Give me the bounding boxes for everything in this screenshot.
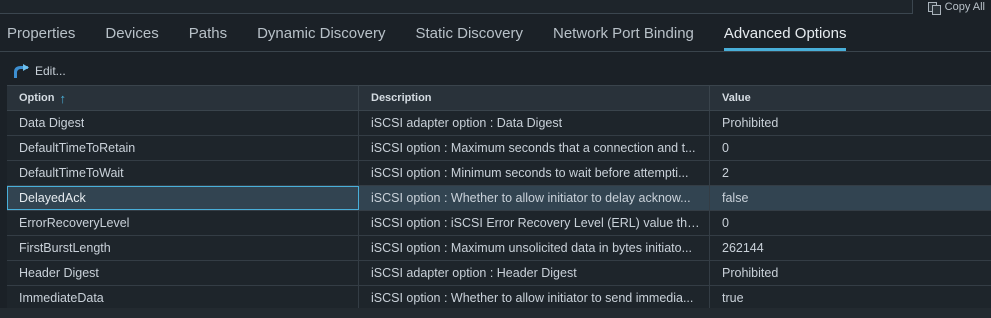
value-cell: 0 [722,216,729,230]
table-row[interactable]: FirstBurstLength iSCSI option : Maximum … [7,236,991,261]
description-cell: iSCSI adapter option : Data Digest [359,111,710,135]
value-cell: 2 [722,166,729,180]
copy-all-label: Copy All [944,1,985,13]
description-cell: iSCSI adapter option : Header Digest [359,261,710,285]
copy-icon [927,1,941,15]
option-cell: DefaultTimeToRetain [7,136,359,160]
table-header: Option ↑ Description Value [7,86,991,111]
column-header-description[interactable]: Description [359,86,710,110]
bottom-strip [0,308,991,318]
description-cell: iSCSI option : Maximum seconds that a co… [359,136,710,160]
value-cell: Prohibited [722,266,779,280]
description-cell: iSCSI option : Whether to allow initiato… [359,186,710,210]
option-cell: ImmediateData [7,286,359,310]
option-cell: DelayedAck [7,186,359,210]
edit-icon [12,63,30,79]
option-cell: FirstBurstLength [7,236,359,260]
table-row[interactable]: Data Digest iSCSI adapter option : Data … [7,111,991,136]
table-row[interactable]: DefaultTimeToWait iSCSI option : Minimum… [7,161,991,186]
option-cell: ErrorRecoveryLevel [7,211,359,235]
column-header-value[interactable]: Value [710,86,991,110]
copy-all-button[interactable]: Copy All [927,0,985,15]
top-field [0,0,913,14]
tab-paths[interactable]: Paths [189,25,227,51]
tab-network-port-binding[interactable]: Network Port Binding [553,25,694,51]
table-row-selected[interactable]: DelayedAck iSCSI option : Whether to all… [7,186,991,211]
advanced-options-table: Option ↑ Description Value Data Digest i… [7,85,991,311]
column-header-option[interactable]: Option ↑ [7,86,359,110]
table-row[interactable]: DefaultTimeToRetain iSCSI option : Maxim… [7,136,991,161]
value-cell: 0 [722,141,729,155]
top-bar: Copy All [0,0,991,17]
tab-static-discovery[interactable]: Static Discovery [415,25,523,51]
value-cell: true [722,291,744,305]
option-cell: Header Digest [7,261,359,285]
value-cell: 262144 [722,241,764,255]
option-cell: DefaultTimeToWait [7,161,359,185]
table-row[interactable]: Header Digest iSCSI adapter option : Hea… [7,261,991,286]
description-cell: iSCSI option : Whether to allow initiato… [359,286,710,310]
tab-advanced-options[interactable]: Advanced Options [723,25,846,51]
table-row[interactable]: ErrorRecoveryLevel iSCSI option : iSCSI … [7,211,991,236]
description-cell: iSCSI option : iSCSI Error Recovery Leve… [359,211,710,235]
option-cell: Data Digest [7,111,359,135]
value-cell: false [722,191,749,205]
sort-ascending-icon: ↑ [59,90,66,106]
edit-label: Edit... [35,64,66,78]
edit-button[interactable]: Edit... [12,62,66,80]
tab-bar: Properties Devices Paths Dynamic Discove… [0,17,991,52]
value-cell: Prohibited [722,116,779,130]
tab-dynamic-discovery[interactable]: Dynamic Discovery [257,25,385,51]
description-cell: iSCSI option : Maximum unsolicited data … [359,236,710,260]
tab-properties[interactable]: Properties [7,25,75,51]
tab-devices[interactable]: Devices [105,25,158,51]
description-cell: iSCSI option : Minimum seconds to wait b… [359,161,710,185]
